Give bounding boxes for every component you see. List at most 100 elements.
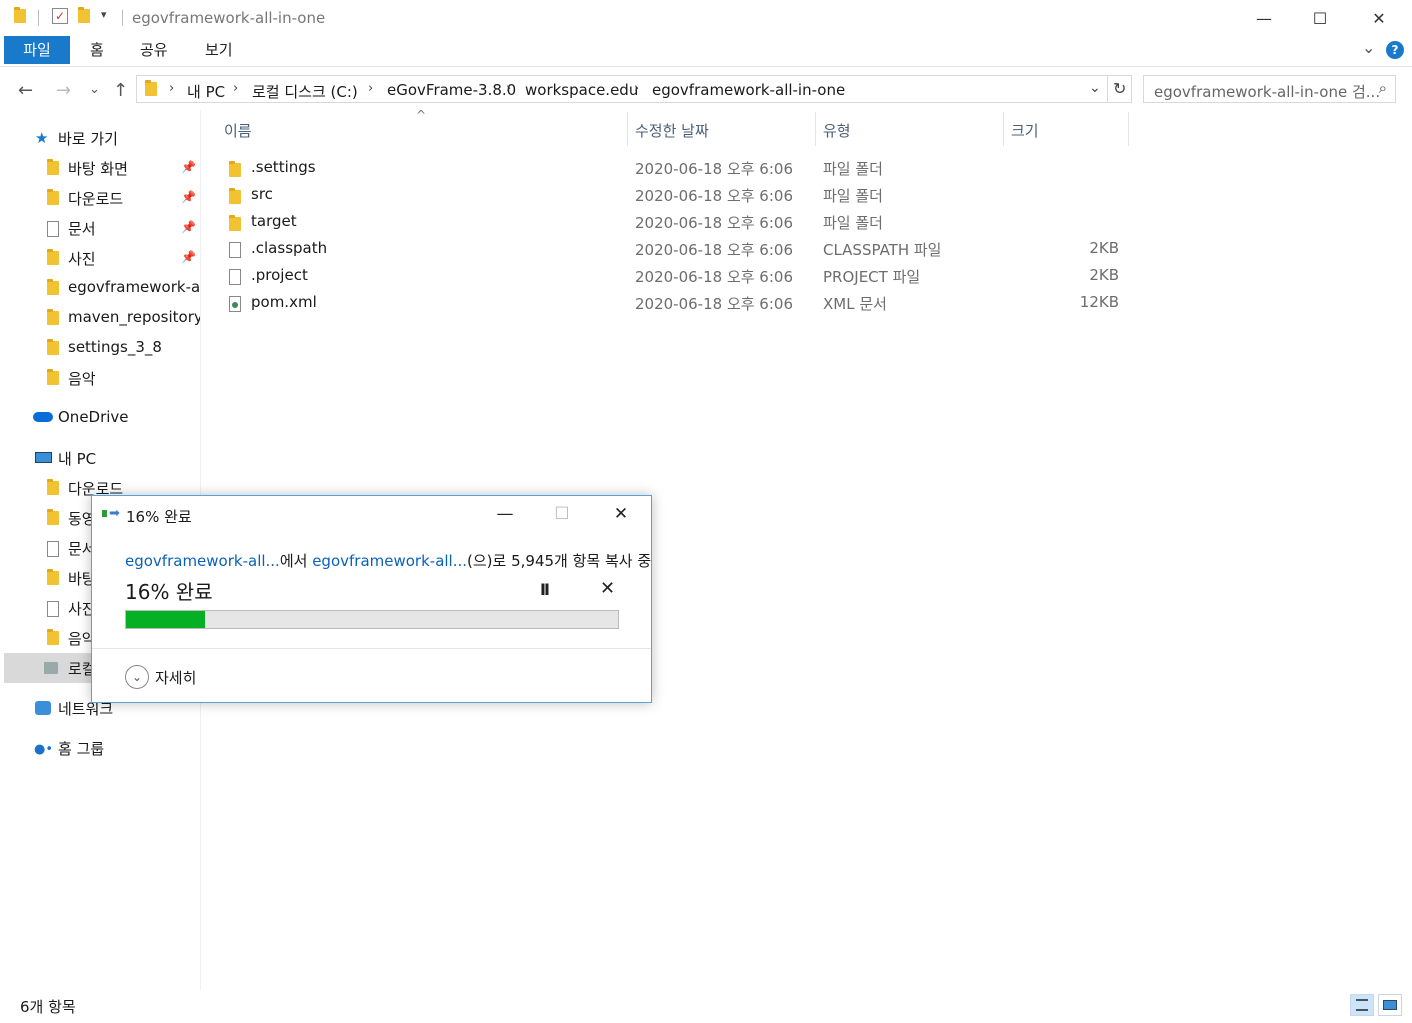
breadcrumb-separator-icon[interactable]: › xyxy=(506,81,511,96)
source-link[interactable]: egovframework-all... xyxy=(125,552,280,570)
file-row[interactable]: .settings 2020-06-18 오후 6:06 파일 폴더 xyxy=(222,154,1132,181)
file-row[interactable]: .classpath 2020-06-18 오후 6:06 CLASSPATH … xyxy=(222,235,1132,262)
nav-label: OneDrive xyxy=(58,408,129,426)
column-divider[interactable] xyxy=(815,112,816,146)
nav-item-pictures[interactable]: 사진 📌 xyxy=(0,243,200,273)
up-arrow-icon[interactable]: ↑ xyxy=(113,80,128,101)
column-header-date[interactable]: 수정한 날짜 xyxy=(635,120,709,141)
nav-item-documents[interactable]: 문서 📌 xyxy=(0,213,200,243)
nav-label: 문서 xyxy=(68,220,96,238)
file-type: 파일 폴더 xyxy=(823,160,883,178)
title-bar: ✓ ▾ egovframework-all-in-one — ☐ ✕ xyxy=(0,0,1412,36)
nav-item-downloads[interactable]: 다운로드 📌 xyxy=(0,183,200,213)
file-date: 2020-06-18 오후 6:06 xyxy=(635,268,793,286)
nav-label: 바로 가기 xyxy=(58,130,118,148)
breadcrumb-workspace[interactable]: workspace.edu xyxy=(525,81,638,99)
tab-home[interactable]: 홈 xyxy=(90,36,104,64)
nav-label: 내 PC xyxy=(58,450,97,468)
nav-item-music[interactable]: 음악 xyxy=(0,363,200,393)
folder-icon xyxy=(145,80,157,100)
forward-arrow-icon[interactable]: → xyxy=(56,80,71,101)
file-name: src xyxy=(251,185,273,203)
pause-button[interactable]: II xyxy=(540,580,550,599)
refresh-icon[interactable]: ↻ xyxy=(1113,79,1126,98)
column-header-type[interactable]: 유형 xyxy=(823,120,851,141)
pin-icon[interactable]: 📌 xyxy=(181,220,196,234)
file-type: CLASSPATH 파일 xyxy=(823,241,942,259)
window-title: egovframework-all-in-one xyxy=(132,9,326,27)
nav-item-egovframework[interactable]: egovframework-all-in-one xyxy=(0,273,200,303)
breadcrumb-separator-icon[interactable]: › xyxy=(368,81,373,96)
details-toggle-label[interactable]: 자세히 xyxy=(155,667,196,688)
minimize-button[interactable]: — xyxy=(1235,0,1293,36)
dialog-maximize-button[interactable]: ☐ xyxy=(534,500,590,528)
dialog-minimize-button[interactable]: — xyxy=(477,500,533,528)
details-view-icon[interactable] xyxy=(1350,994,1374,1016)
music-folder-icon xyxy=(47,629,59,649)
breadcrumb-current-folder[interactable]: egovframework-all-in-one xyxy=(652,81,845,99)
nav-item-settings[interactable]: settings_3_8 xyxy=(0,333,200,363)
pin-icon[interactable]: 📌 xyxy=(181,250,196,264)
documents-folder-icon xyxy=(47,221,59,241)
pin-icon[interactable]: 📌 xyxy=(181,190,196,204)
address-bar[interactable]: › 내 PC › 로컬 디스크 (C:) › eGovFrame-3.8.0 ›… xyxy=(136,75,1132,103)
local-disk-icon xyxy=(44,662,58,674)
column-divider[interactable] xyxy=(1128,112,1129,146)
dialog-close-button[interactable]: ✕ xyxy=(593,500,649,528)
nav-quick-access[interactable]: ★ 바로 가기 xyxy=(0,123,200,153)
breadcrumb-egovframe[interactable]: eGovFrame-3.8.0 xyxy=(387,81,516,99)
breadcrumb-local-disk[interactable]: 로컬 디스크 (C:) xyxy=(252,81,358,102)
destination-link[interactable]: egovframework-all... xyxy=(312,552,467,570)
column-divider[interactable] xyxy=(1003,112,1004,146)
back-arrow-icon[interactable]: ← xyxy=(18,80,33,101)
search-placeholder: egovframework-all-in-one 검... xyxy=(1154,83,1381,101)
address-dropdown-chevron-icon[interactable]: ⌄ xyxy=(1089,80,1101,96)
large-icons-view-icon[interactable] xyxy=(1378,994,1402,1016)
ribbon-expand-icon[interactable]: ⌄ xyxy=(1362,34,1375,62)
file-row[interactable]: target 2020-06-18 오후 6:06 파일 폴더 xyxy=(222,208,1132,235)
nav-homegroup[interactable]: ●• 홈 그룹 xyxy=(0,733,200,763)
breadcrumb-separator-icon[interactable]: › xyxy=(169,81,174,96)
progress-bar xyxy=(125,610,619,629)
downloads-folder-icon xyxy=(47,189,59,209)
nav-this-pc[interactable]: 내 PC xyxy=(0,443,200,473)
tab-file[interactable]: 파일 xyxy=(4,36,70,64)
breadcrumb-separator-icon[interactable]: › xyxy=(634,81,639,96)
customize-toolbar-icon[interactable]: ▾ xyxy=(101,8,107,21)
file-row[interactable]: pom.xml 2020-06-18 오후 6:06 XML 문서 12KB xyxy=(222,289,1132,316)
column-header-name[interactable]: 이름 xyxy=(224,120,252,141)
cancel-copy-button[interactable]: ✕ xyxy=(600,578,615,599)
column-header-size[interactable]: 크기 xyxy=(1011,120,1039,141)
close-button[interactable]: ✕ xyxy=(1350,0,1408,36)
new-folder-icon[interactable] xyxy=(78,7,90,27)
file-row[interactable]: .project 2020-06-18 오후 6:06 PROJECT 파일 2… xyxy=(222,262,1132,289)
pin-icon[interactable]: 📌 xyxy=(181,160,196,174)
search-input[interactable]: egovframework-all-in-one 검... ⌕ xyxy=(1143,75,1396,103)
file-size: 12KB xyxy=(1079,293,1119,311)
tab-view[interactable]: 보기 xyxy=(205,36,233,64)
nav-item-maven-repository[interactable]: maven_repository_3_8 xyxy=(0,303,200,333)
maximize-button[interactable]: ☐ xyxy=(1291,0,1349,36)
folder-icon xyxy=(14,7,26,27)
to-text: (으)로 5,945개 항목 복사 중 xyxy=(467,552,652,570)
chevron-down-icon[interactable]: ⌄ xyxy=(125,665,149,689)
music-folder-icon xyxy=(47,369,59,389)
properties-checkbox-icon[interactable]: ✓ xyxy=(52,8,68,24)
file-name: .project xyxy=(251,266,308,284)
documents-folder-icon xyxy=(47,541,59,561)
recent-locations-chevron-icon[interactable]: ⌄ xyxy=(89,82,100,97)
nav-item-desktop[interactable]: 바탕 화면 📌 xyxy=(0,153,200,183)
copy-icon xyxy=(102,510,107,517)
search-icon[interactable]: ⌕ xyxy=(1379,79,1387,97)
column-divider[interactable] xyxy=(627,112,628,146)
desktop-folder-icon xyxy=(47,159,59,179)
file-row[interactable]: src 2020-06-18 오후 6:06 파일 폴더 xyxy=(222,181,1132,208)
tab-share[interactable]: 공유 xyxy=(140,36,168,64)
help-icon[interactable]: ? xyxy=(1386,41,1404,59)
divider xyxy=(1107,76,1108,102)
homegroup-icon: ●• xyxy=(34,742,54,757)
breadcrumb-this-pc[interactable]: 내 PC xyxy=(187,81,225,102)
breadcrumb-separator-icon[interactable]: › xyxy=(233,81,238,96)
nav-onedrive[interactable]: OneDrive xyxy=(0,403,200,433)
progress-fill xyxy=(126,611,205,628)
